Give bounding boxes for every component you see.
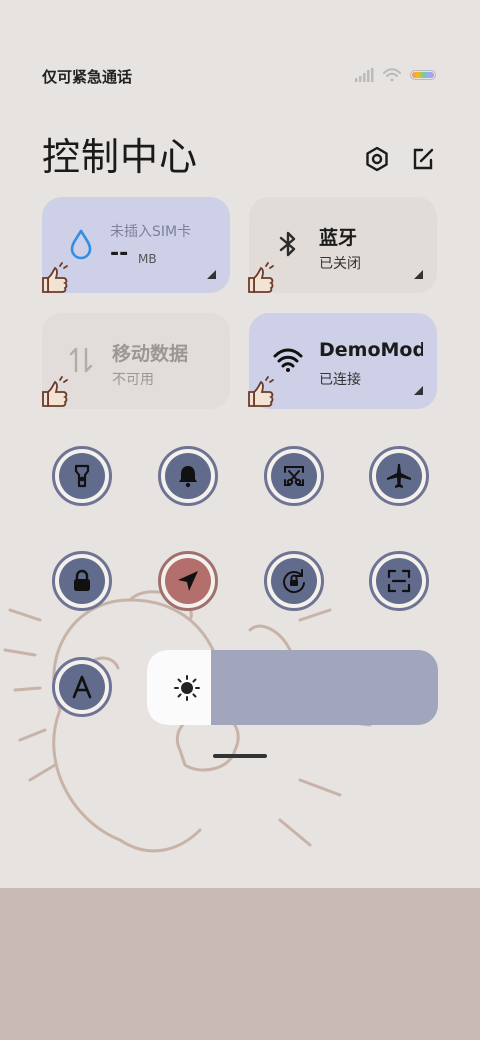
- bell-icon: [179, 466, 197, 488]
- wifi-tile[interactable]: DemoMod 已连接: [249, 313, 437, 409]
- expand-corner-icon: [414, 270, 423, 279]
- drag-handle[interactable]: [213, 754, 267, 758]
- screenshot-toggle[interactable]: [264, 446, 324, 506]
- settings-icon[interactable]: [364, 146, 390, 172]
- carrier-status: 仅可紧急通话: [42, 68, 133, 86]
- expand-corner-icon: [207, 270, 216, 279]
- edit-icon[interactable]: [410, 146, 436, 172]
- reading-mode-toggle[interactable]: [52, 657, 112, 717]
- data-usage-unit: MB: [138, 252, 157, 266]
- bluetooth-icon: [279, 231, 296, 257]
- status-icons: [354, 68, 436, 82]
- location-arrow-icon: [178, 571, 198, 591]
- water-drop-icon: [70, 229, 92, 260]
- airplane-icon: [387, 464, 411, 488]
- bluetooth-tile[interactable]: 蓝牙 已关闭: [249, 197, 437, 293]
- thumbs-up-icon: [248, 376, 274, 407]
- battery-icon: [410, 70, 436, 80]
- sim-status-label: 未插入SIM卡: [110, 224, 192, 240]
- scanner-toggle[interactable]: [369, 551, 429, 611]
- thumbs-up-icon: [42, 262, 68, 293]
- data-usage-value: --: [110, 241, 129, 266]
- sun-icon: [174, 675, 200, 701]
- rotation-lock-toggle[interactable]: [264, 551, 324, 611]
- lock-screen-toggle[interactable]: [52, 551, 112, 611]
- font-a-icon: [72, 675, 92, 699]
- bluetooth-status: 已关闭: [319, 256, 361, 272]
- silent-toggle[interactable]: [158, 446, 218, 506]
- wifi-status-icon: [383, 68, 401, 82]
- expand-corner-icon: [414, 386, 423, 395]
- brightness-slider[interactable]: [147, 650, 438, 725]
- thumbs-up-icon: [248, 262, 274, 293]
- scan-icon: [387, 569, 411, 593]
- screenshot-icon: [284, 466, 304, 486]
- rotation-lock-icon: [283, 569, 305, 594]
- lock-icon: [74, 569, 90, 591]
- wifi-status: 已连接: [319, 372, 361, 388]
- wallpaper-bottom-band: [0, 888, 480, 1040]
- thumbs-up-icon: [42, 376, 68, 407]
- wifi-icon: [273, 348, 303, 372]
- location-toggle[interactable]: [158, 551, 218, 611]
- flashlight-toggle[interactable]: [52, 446, 112, 506]
- data-usage-tile[interactable]: 未插入SIM卡 -- MB: [42, 197, 230, 293]
- bluetooth-label: 蓝牙: [319, 227, 358, 249]
- wifi-network-name: DemoMod: [319, 339, 423, 361]
- mobile-data-status: 不可用: [112, 372, 154, 388]
- mobile-data-tile[interactable]: 移动数据 不可用: [42, 313, 230, 409]
- mobile-data-label: 移动数据: [112, 343, 189, 365]
- signal-icon: [355, 68, 374, 82]
- airplane-toggle[interactable]: [369, 446, 429, 506]
- mobile-data-icon: [69, 347, 93, 373]
- flashlight-icon: [74, 464, 90, 488]
- page-title: 控制中心: [42, 135, 199, 179]
